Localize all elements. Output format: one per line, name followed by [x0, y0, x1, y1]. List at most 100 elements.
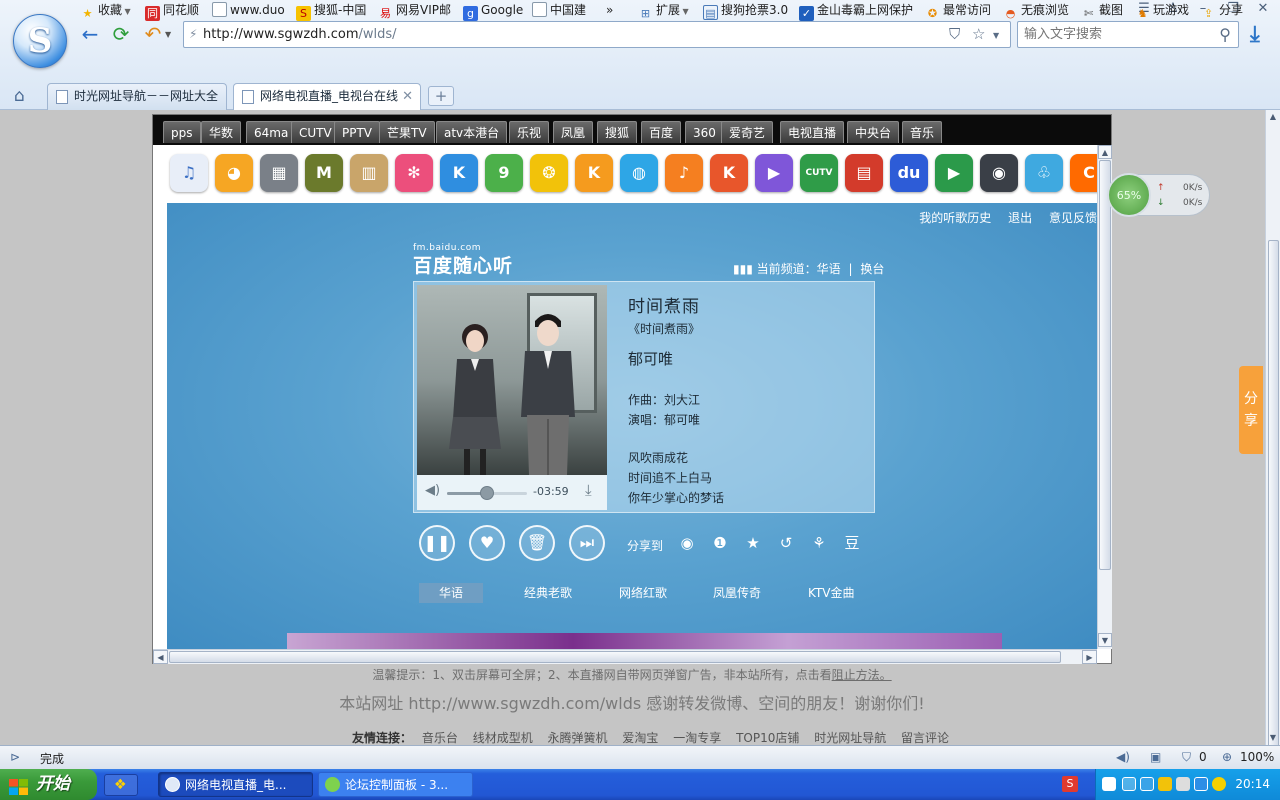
switch-channel-link[interactable]: 换台 — [860, 262, 884, 276]
bird-icon[interactable]: ♧ — [1025, 154, 1063, 192]
friend-link[interactable]: 留言评论 — [901, 731, 949, 745]
bookmark-favorites[interactable]: ★ 收藏 ▼ — [80, 0, 131, 20]
zoom-icon[interactable]: ⊕ — [1222, 750, 1232, 764]
download-icon[interactable]: ⤓ — [585, 481, 592, 499]
friend-link[interactable]: 永腾弹簧机 — [548, 731, 608, 745]
bookmark-incognito[interactable]: ◓ 无痕浏览 — [1003, 0, 1069, 20]
cat-iqiyi[interactable]: 爱奇艺 — [721, 121, 774, 143]
nine-icon[interactable]: 9 — [485, 154, 523, 192]
like-button[interactable]: ♥ — [469, 525, 505, 561]
flower-icon[interactable]: ✻ — [395, 154, 433, 192]
qzone-share-icon[interactable]: ★ — [743, 533, 763, 553]
channel-tab-internet-hits[interactable]: 网络红歌 — [619, 583, 667, 603]
bookmark-ticket[interactable]: ▤ 搜狗抢票3.0 — [703, 0, 788, 20]
start-button[interactable]: 开始 — [0, 769, 97, 800]
logout-link[interactable]: 退出 — [1008, 211, 1032, 225]
play-triangle-icon[interactable]: ▶ — [755, 154, 793, 192]
bookmark-ccb[interactable]: 中国建 — [532, 0, 586, 20]
bookmarks-more-icon[interactable]: » — [606, 0, 613, 20]
bookmark-163[interactable]: 易网易VIP邮 — [378, 0, 451, 20]
douban-share-icon[interactable]: 豆 — [842, 533, 862, 553]
tv-icon[interactable]: ▤ — [845, 154, 883, 192]
app-tray-icon[interactable] — [1212, 777, 1226, 791]
shield-icon[interactable]: ⛉ — [949, 25, 960, 43]
friend-link[interactable]: TOP10店铺 — [736, 731, 799, 745]
friend-link[interactable]: 线材成型机 — [473, 731, 533, 745]
tray-arrow-icon[interactable] — [1122, 777, 1136, 791]
album-name[interactable]: 《时间煮雨》 — [628, 320, 700, 337]
bookmark-tonghuashun[interactable]: 同同花顺 — [145, 0, 199, 21]
wifi-icon[interactable] — [1102, 777, 1116, 791]
cat-atv[interactable]: atv本港台 — [436, 121, 508, 143]
feedback-link[interactable]: 意见反馈 — [1049, 211, 1097, 225]
home-icon[interactable]: ⌂ — [14, 86, 25, 106]
games-button[interactable]: ♞ 玩游戏 — [1135, 0, 1189, 20]
url-text[interactable]: http://www.sgwzdh.com/wlds/ — [203, 27, 397, 42]
tab-nav-site[interactable]: 时光网址导航－－网址大全 — [47, 83, 227, 110]
scroll-up-icon[interactable]: ▲ — [1266, 110, 1280, 124]
floating-share-button[interactable]: 分享 — [1239, 366, 1263, 454]
new-tab-button[interactable]: + — [428, 86, 454, 106]
tieba-share-icon[interactable]: ⚘ — [809, 533, 829, 553]
window-icon[interactable]: ▣ — [1150, 750, 1161, 764]
karaoke-icon[interactable]: K — [710, 154, 748, 192]
friend-link[interactable]: 音乐台 — [422, 731, 458, 745]
cat-cctv[interactable]: 中央台 — [847, 121, 900, 143]
cat-cutv[interactable]: CUTV — [291, 121, 340, 143]
kaixin-share-icon[interactable]: ↺ — [776, 533, 796, 553]
m-icon[interactable]: M — [305, 154, 343, 192]
music-note-icon[interactable]: ♫ — [170, 154, 208, 192]
cat-music[interactable]: 音乐 — [902, 121, 943, 143]
player-icon[interactable]: ▶ — [935, 154, 973, 192]
bookmark-sohu[interactable]: S 搜狐-中国 — [296, 0, 366, 21]
cat-mangotv[interactable]: 芒果TV — [379, 121, 435, 143]
volume-icon[interactable]: ◀) — [425, 483, 440, 498]
pause-button[interactable]: ❚❚ — [419, 525, 455, 561]
undo-close-icon[interactable]: ↶ — [140, 22, 166, 48]
bookmark-google[interactable]: g Google — [463, 0, 523, 21]
security-icon[interactable] — [1194, 777, 1208, 791]
bookmark-duba[interactable]: ✓ 金山毒霸上网保护 — [799, 0, 913, 21]
page-scrollbar[interactable]: ▲ ▼ — [1265, 110, 1280, 795]
scroll-thumb[interactable] — [1099, 160, 1111, 570]
swirl-icon[interactable]: ❂ — [530, 154, 568, 192]
sidebar-toggle-icon[interactable]: ⊳ — [10, 750, 20, 764]
friend-link[interactable]: 时光网址导航 — [814, 731, 886, 745]
cat-letv[interactable]: 乐视 — [509, 121, 550, 143]
scroll-right-icon[interactable]: ▶ — [1082, 650, 1097, 664]
tab-tv-live[interactable]: 网络电视直播_电视台在线 ✕ — [233, 83, 421, 111]
scroll-down-icon[interactable]: ▼ — [1098, 633, 1112, 647]
screenshot-tool[interactable]: ✄ 截图 — [1081, 0, 1123, 20]
close-window-icon[interactable]: ✕ — [1252, 1, 1274, 17]
network-icon[interactable] — [1140, 777, 1154, 791]
cat-360[interactable]: 360 — [685, 121, 724, 143]
quick-launch[interactable]: ❖ — [104, 774, 138, 796]
trash-button[interactable]: 🗑 — [519, 525, 555, 561]
channel-tab-ktv[interactable]: KTV金曲 — [808, 583, 854, 603]
next-button[interactable]: ⏭ — [569, 525, 605, 561]
scroll-thumb[interactable] — [169, 651, 1061, 663]
volume-knob[interactable] — [480, 486, 494, 500]
chevron-down-icon[interactable]: ▼ — [165, 30, 171, 39]
scroll-left-icon[interactable]: ◀ — [153, 650, 168, 664]
bookmark-wwwduo[interactable]: www.duo — [212, 0, 285, 20]
back-icon[interactable]: ← — [77, 22, 103, 48]
cat-baidu[interactable]: 百度 — [641, 121, 682, 143]
zoom-level[interactable]: 100% — [1240, 750, 1274, 764]
sound-icon[interactable]: ◀) — [1116, 750, 1130, 764]
sogou-input-icon[interactable]: S — [1062, 776, 1078, 792]
ad-banner[interactable] — [287, 633, 1002, 649]
sogou-browser-logo[interactable]: S — [13, 14, 67, 68]
radio-icon[interactable]: ▦ — [260, 154, 298, 192]
c-icon[interactable]: C — [1070, 154, 1097, 192]
search-icon[interactable]: ⚲ — [1219, 25, 1231, 44]
k-icon[interactable]: K — [440, 154, 478, 192]
frame-hscrollbar[interactable]: ◀ ▶ — [153, 649, 1097, 664]
friend-link[interactable]: 一淘专享 — [673, 731, 721, 745]
taskbar-item-browser[interactable]: 网络电视直播_电... — [158, 772, 313, 797]
share-button[interactable]: ⇪ 分享 — [1201, 0, 1243, 20]
cat-64ma[interactable]: 64ma — [246, 121, 297, 143]
star-icon[interactable]: ☆ — [972, 25, 985, 43]
quicklaunch-app-icon[interactable]: ❖ — [114, 777, 127, 793]
channel-tab-phoenix[interactable]: 凤凰传奇 — [713, 583, 761, 603]
